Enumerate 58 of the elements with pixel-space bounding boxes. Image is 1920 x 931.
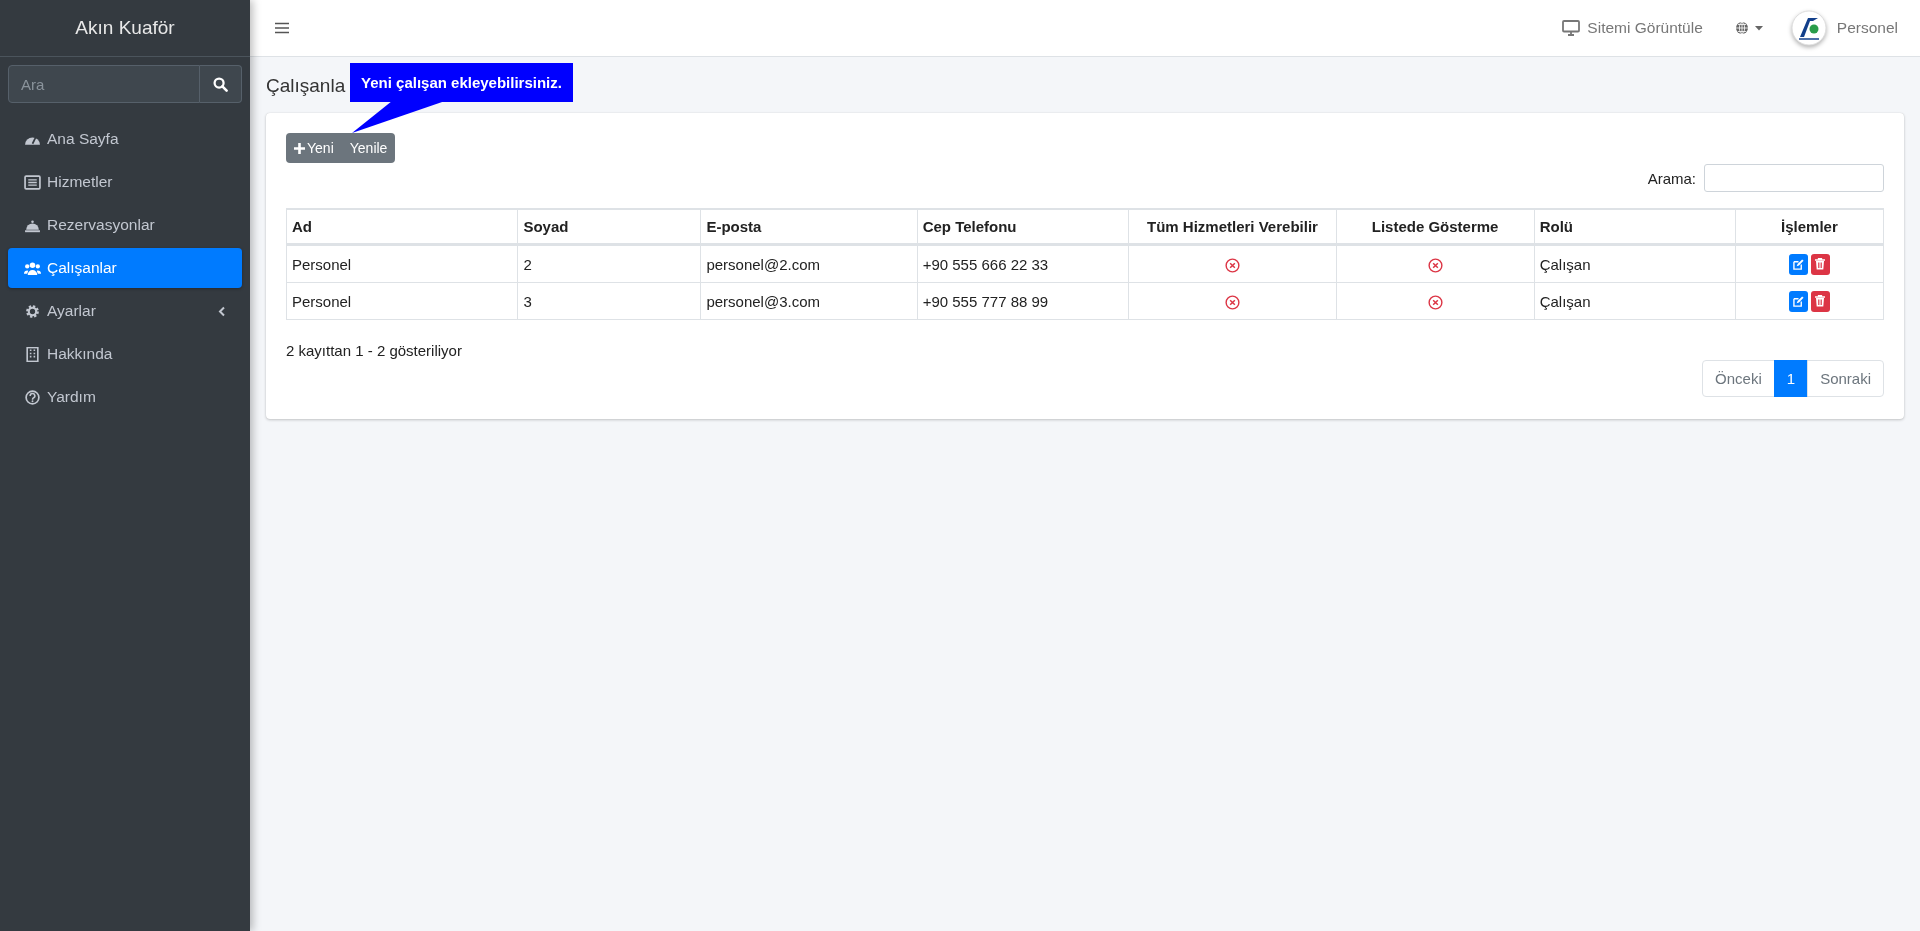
column-header[interactable]: İşlemler (1735, 209, 1884, 245)
column-header[interactable]: Soyad (517, 209, 701, 245)
table-cell: 2 (517, 244, 701, 283)
search-icon (213, 76, 228, 92)
sidebar-item[interactable]: Ana Sayfa (8, 119, 242, 159)
help-icon (24, 389, 41, 405)
refresh-button[interactable]: Yenile (341, 133, 396, 163)
search-label: Arama: (1647, 169, 1696, 187)
menu-icon[interactable] (275, 22, 289, 34)
page-title: Çalışanla (266, 75, 346, 98)
page-button[interactable]: Sonraki (1807, 360, 1884, 397)
search-field[interactable] (1704, 164, 1884, 192)
globe-icon (1734, 21, 1749, 35)
table-cell: personel@3.com (700, 282, 918, 320)
sidebar-item[interactable]: Rezervasyonlar (8, 205, 242, 245)
table-cell: 3 (517, 282, 701, 320)
table-cell: Çalışan (1534, 282, 1736, 320)
delete-button[interactable] (1810, 290, 1830, 312)
trash-icon (1815, 258, 1826, 270)
monitor-icon (1562, 20, 1581, 36)
column-header[interactable]: Tüm Hizmetleri Verebilir (1128, 209, 1337, 245)
sidebar-item[interactable]: Hizmetler (8, 162, 242, 202)
table-cell: Çalışan (1534, 244, 1736, 283)
building-icon (24, 346, 41, 362)
edit-icon (1792, 258, 1804, 270)
users-icon (24, 260, 41, 276)
sidebar-search-field[interactable]: Ara (8, 65, 200, 103)
column-header[interactable]: Cep Telefonu (917, 209, 1129, 245)
plus-icon (294, 142, 305, 154)
table-cell: +90 555 666 22 33 (917, 244, 1129, 283)
table-cell: Personel (286, 282, 518, 320)
sidebar-item[interactable]: Çalışanlar (8, 248, 242, 288)
column-header[interactable]: E-posta (700, 209, 918, 245)
page-button[interactable]: Önceki (1702, 360, 1775, 397)
list-icon (24, 174, 41, 190)
column-header[interactable]: Rolü (1534, 209, 1736, 245)
table-cell: personel@2.com (700, 244, 918, 283)
sidebar-item[interactable]: Yardım (8, 377, 242, 417)
user-name[interactable]: Personel (1836, 19, 1898, 37)
edit-icon (1792, 295, 1804, 307)
sidebar-item[interactable]: Hakkında (8, 334, 242, 374)
delete-button[interactable] (1810, 253, 1830, 275)
search-button[interactable] (200, 65, 242, 103)
sidebar-item[interactable]: Ayarlar (8, 291, 242, 331)
table-info-text: 2 kayıttan 1 - 2 gösteriliyor (286, 342, 463, 359)
table-cell: +90 555 777 88 99 (917, 282, 1129, 320)
avatar-icon[interactable] (1790, 10, 1827, 46)
edit-button[interactable] (1788, 290, 1808, 312)
gear-icon (24, 303, 41, 319)
column-header[interactable]: Listede Gösterme (1336, 209, 1535, 245)
edit-button[interactable] (1788, 253, 1808, 275)
trash-icon (1815, 295, 1826, 307)
caret-icon (1754, 25, 1763, 31)
view-site-link[interactable]: Sitemi Görüntüle (1562, 19, 1703, 37)
language-dropdown[interactable] (1734, 21, 1763, 35)
new-button[interactable]: Yeni (286, 133, 342, 163)
column-header[interactable]: Ad (286, 209, 518, 245)
table-cell: Personel (286, 244, 518, 283)
